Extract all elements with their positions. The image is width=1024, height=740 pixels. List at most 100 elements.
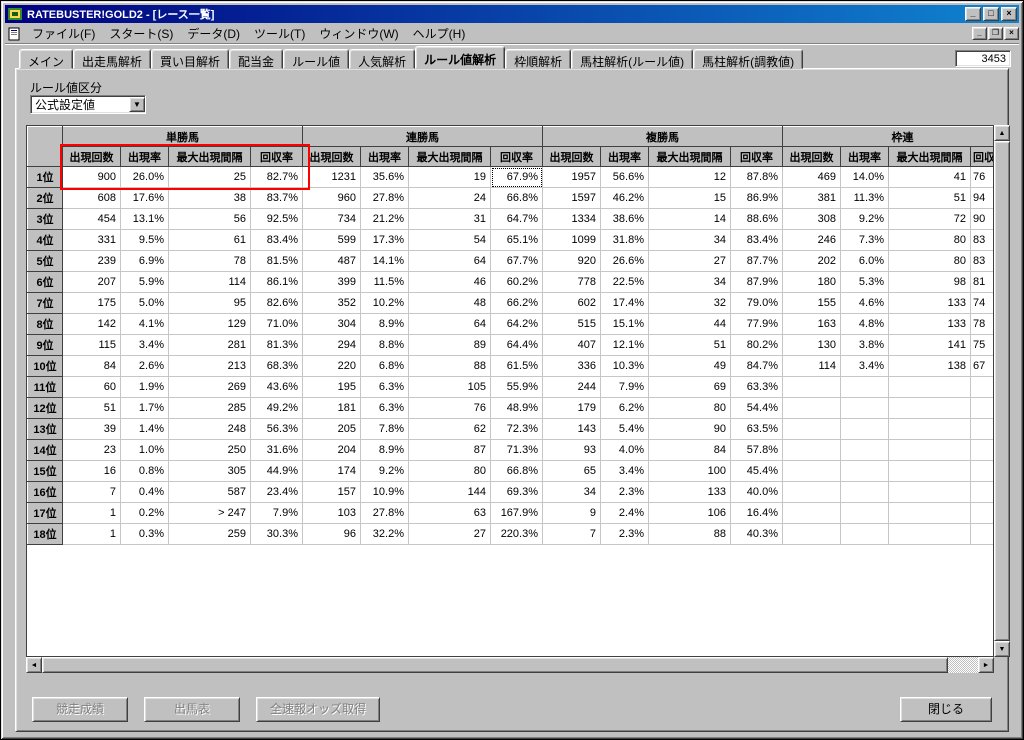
grid-cell[interactable]: 8.9% (360, 439, 409, 461)
grid-cell[interactable]: 143 (542, 418, 601, 440)
menu-item-1[interactable]: スタート(S) (102, 23, 180, 44)
grid-cell[interactable]: 87.7% (730, 250, 783, 272)
grid-cell[interactable]: 15.1% (600, 313, 649, 335)
grid-cell[interactable] (888, 523, 971, 545)
grid-cell[interactable]: 67.9% (490, 166, 543, 188)
tab-1[interactable]: 出走馬解析 (73, 49, 152, 69)
grid-cell[interactable]: 1.7% (120, 397, 169, 419)
grid-cell[interactable]: 16 (62, 460, 121, 482)
vertical-scrollbar[interactable]: ▲ ▼ (994, 125, 1010, 657)
grid-cell[interactable]: 204 (302, 439, 361, 461)
grid-cell[interactable] (970, 481, 993, 503)
grid-cell[interactable]: 64.2% (490, 313, 543, 335)
grid-cell[interactable]: 66.2% (490, 292, 543, 314)
grid-cell[interactable]: 61 (168, 229, 251, 251)
grid-cell[interactable]: 6.0% (840, 250, 889, 272)
grid-cell[interactable]: 1597 (542, 187, 601, 209)
grid-cell[interactable] (970, 460, 993, 482)
grid-cell[interactable]: 602 (542, 292, 601, 314)
grid-cell[interactable]: 304 (302, 313, 361, 335)
grid-cell[interactable]: 51 (888, 187, 971, 209)
grid-cell[interactable]: 1.4% (120, 418, 169, 440)
grid-cell[interactable]: 72 (888, 208, 971, 230)
grid-cell[interactable]: 87.9% (730, 271, 783, 293)
mdi-restore-icon[interactable]: ❐ (988, 27, 1003, 40)
grid-cell[interactable]: 207 (62, 271, 121, 293)
grid-cell[interactable]: 84 (62, 355, 121, 377)
menu-item-2[interactable]: データ(D) (180, 23, 247, 44)
menu-item-5[interactable]: ヘルプ(H) (406, 23, 473, 44)
tab-7[interactable]: 枠順解析 (505, 49, 572, 69)
grid-cell[interactable]: 39 (62, 418, 121, 440)
grid-cell[interactable]: 69.3% (490, 481, 543, 503)
grid-cell[interactable]: 7.9% (250, 502, 303, 524)
grid-cell[interactable]: 60 (62, 376, 121, 398)
grid-cell[interactable]: 599 (302, 229, 361, 251)
grid-cell[interactable]: 308 (782, 208, 841, 230)
grid-cell[interactable]: 74 (970, 292, 993, 314)
grid-cell[interactable]: 84.7% (730, 355, 783, 377)
grid-cell[interactable]: 46 (408, 271, 491, 293)
grid-cell[interactable]: 246 (782, 229, 841, 251)
grid-cell[interactable]: 83.7% (250, 187, 303, 209)
grid-cell[interactable]: 44 (648, 313, 731, 335)
grid-cell[interactable]: 1957 (542, 166, 601, 188)
grid-cell[interactable]: 80 (888, 229, 971, 251)
grid-cell[interactable]: 0.4% (120, 481, 169, 503)
grid-cell[interactable]: 80 (888, 250, 971, 272)
grid-cell[interactable]: 72.3% (490, 418, 543, 440)
grid-cell[interactable]: 133 (648, 481, 731, 503)
grid-cell[interactable]: 608 (62, 187, 121, 209)
grid-cell[interactable]: 27.8% (360, 187, 409, 209)
grid-cell[interactable]: 4.6% (840, 292, 889, 314)
grid-cell[interactable]: 515 (542, 313, 601, 335)
grid-cell[interactable]: 30.3% (250, 523, 303, 545)
grid-cell[interactable]: 64 (408, 250, 491, 272)
grid-cell[interactable]: 11.5% (360, 271, 409, 293)
grid-cell[interactable] (840, 523, 889, 545)
grid-cell[interactable]: 63 (408, 502, 491, 524)
grid-cell[interactable] (888, 439, 971, 461)
grid-cell[interactable]: 64.4% (490, 334, 543, 356)
grid-cell[interactable]: 6.8% (360, 355, 409, 377)
grid-cell[interactable]: 2.3% (600, 523, 649, 545)
grid-cell[interactable] (840, 502, 889, 524)
grid-cell[interactable]: 202 (782, 250, 841, 272)
grid-cell[interactable]: 4.0% (600, 439, 649, 461)
horizontal-scrollbar[interactable]: ◄ ► (26, 657, 994, 673)
grid-cell[interactable] (888, 397, 971, 419)
grid-cell[interactable] (782, 418, 841, 440)
grid-cell[interactable]: 105 (408, 376, 491, 398)
grid-cell[interactable] (888, 460, 971, 482)
menu-item-4[interactable]: ウィンドウ(W) (312, 23, 405, 44)
grid-cell[interactable]: 82.7% (250, 166, 303, 188)
tab-4[interactable]: ルール値 (283, 49, 350, 69)
grid-cell[interactable]: 48 (408, 292, 491, 314)
minimize-icon[interactable]: _ (965, 7, 981, 21)
grid-cell[interactable]: 305 (168, 460, 251, 482)
mdi-child-icon[interactable] (7, 27, 23, 41)
grid-cell[interactable]: 95 (168, 292, 251, 314)
grid-cell[interactable]: 17.4% (600, 292, 649, 314)
grid-cell[interactable]: 157 (302, 481, 361, 503)
grid-cell[interactable]: 32.2% (360, 523, 409, 545)
grid-cell[interactable]: 67 (970, 355, 993, 377)
grid-cell[interactable]: 81.3% (250, 334, 303, 356)
grid-cell[interactable] (782, 523, 841, 545)
grid-cell[interactable]: 88 (648, 523, 731, 545)
grid-cell[interactable]: 41 (888, 166, 971, 188)
grid-cell[interactable]: 487 (302, 250, 361, 272)
grid-cell[interactable]: 10.2% (360, 292, 409, 314)
grid-cell[interactable]: 195 (302, 376, 361, 398)
grid-cell[interactable]: 0.2% (120, 502, 169, 524)
grid-cell[interactable] (888, 502, 971, 524)
grid-cell[interactable]: 352 (302, 292, 361, 314)
grid-cell[interactable]: 76 (408, 397, 491, 419)
grid-cell[interactable]: 9.2% (840, 208, 889, 230)
grid-cell[interactable]: 88 (408, 355, 491, 377)
grid-cell[interactable]: 40.3% (730, 523, 783, 545)
grid-cell[interactable]: 93 (542, 439, 601, 461)
grid-cell[interactable] (970, 397, 993, 419)
grid-cell[interactable]: 285 (168, 397, 251, 419)
grid-cell[interactable]: 44.9% (250, 460, 303, 482)
